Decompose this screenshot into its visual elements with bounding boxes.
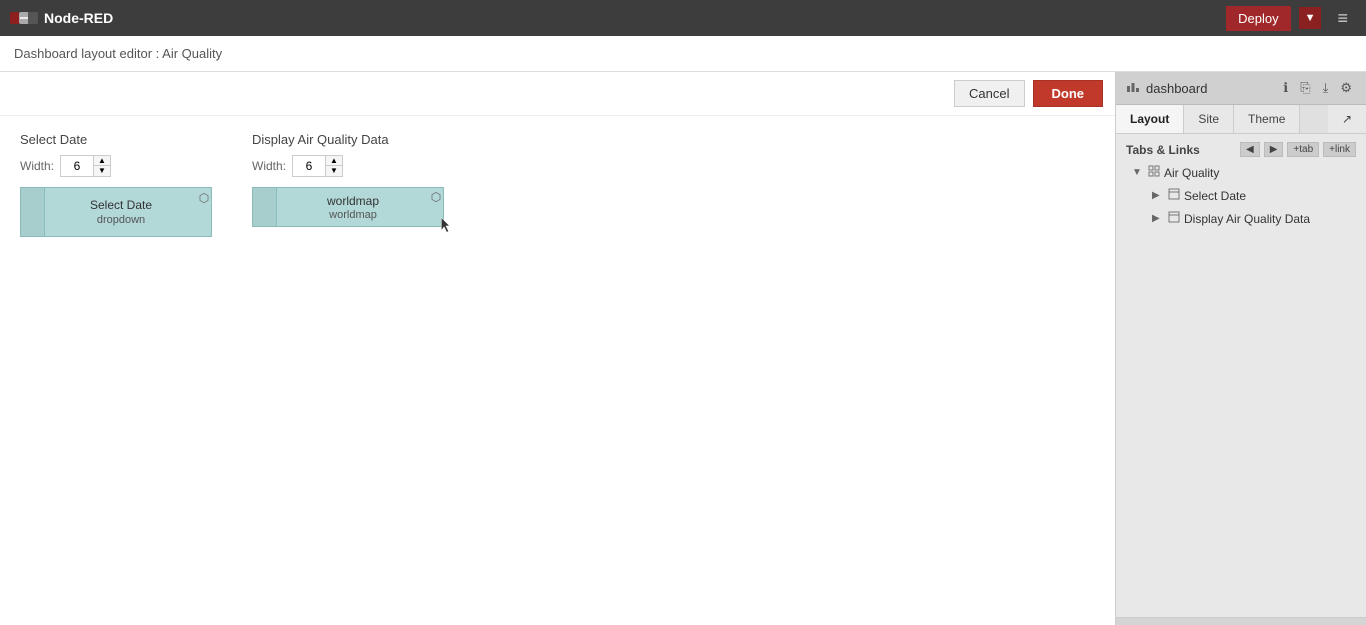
settings-button[interactable]: ⚙ xyxy=(1336,78,1356,98)
chevron-right-icon2: ▶ xyxy=(1152,213,1164,224)
group1-width-input-wrap: ▲ ▼ xyxy=(60,155,111,177)
worldmap-card-left-strip xyxy=(253,188,277,226)
group2-spin-down[interactable]: ▼ xyxy=(326,166,342,176)
worldmap-resize-icon: ⬡ xyxy=(431,190,441,204)
widget-small-icon xyxy=(1168,188,1180,200)
breadcrumb: Dashboard layout editor : Air Quality xyxy=(14,46,222,61)
widget-icon xyxy=(1168,188,1180,203)
dashboard-actions: ℹ ⎘ ⤓ ⚙ xyxy=(1279,78,1356,98)
tl-prev-button[interactable]: ◀ xyxy=(1240,142,1260,157)
cancel-button[interactable]: Cancel xyxy=(954,80,1024,107)
breadcrumb-bar: Dashboard layout editor : Air Quality xyxy=(0,36,1366,72)
group2-width-input-wrap: ▲ ▼ xyxy=(292,155,343,177)
worldmap-resize-handle[interactable]: ⬡ xyxy=(429,188,443,226)
grid-icon xyxy=(1148,165,1160,180)
group2-width-label: Width: xyxy=(252,159,286,173)
tab-theme[interactable]: Theme xyxy=(1234,105,1300,133)
main-layout: Cancel Done Select Date Width: ▲ ▼ xyxy=(0,72,1366,625)
group2-header: Display Air Quality Data xyxy=(252,132,444,147)
dashboard-header: dashboard ℹ ⎘ ⤓ ⚙ xyxy=(1116,72,1366,105)
tab-theme-label: Theme xyxy=(1248,112,1285,126)
group2-width-input[interactable] xyxy=(293,157,325,175)
done-button[interactable]: Done xyxy=(1033,80,1104,107)
hamburger-menu-button[interactable]: ≡ xyxy=(1329,4,1356,33)
external-link-icon: ↗ xyxy=(1342,112,1352,126)
hamburger-icon: ≡ xyxy=(1337,8,1348,28)
bar-chart-icon xyxy=(1126,80,1140,94)
group-select-date: Select Date Width: ▲ ▼ xyxy=(20,132,212,237)
worldmap-card-subtitle: worldmap xyxy=(329,209,377,221)
resize-icon: ⬡ xyxy=(199,191,209,205)
dashboard-title-area: dashboard xyxy=(1126,80,1207,97)
right-panel-scroll-bottom xyxy=(1116,617,1366,625)
copy-button[interactable]: ⎘ xyxy=(1296,78,1314,98)
tree-select-date-label: Select Date xyxy=(1184,189,1358,203)
right-panel: dashboard ℹ ⎘ ⤓ ⚙ Layout Site Theme ↗ xyxy=(1116,72,1366,625)
tree-item-air-quality[interactable]: ▼ Air Quality xyxy=(1116,161,1366,184)
widget-card-title: Select Date xyxy=(90,198,152,212)
widget-card-worldmap[interactable]: worldmap worldmap ⬡ xyxy=(252,187,444,227)
worldmap-card-title: worldmap xyxy=(327,194,379,208)
add-tab-button[interactable]: +tab xyxy=(1287,142,1319,157)
worldmap-card-content: worldmap worldmap xyxy=(277,188,429,226)
group1-width-label: Width: xyxy=(20,159,54,173)
group2-width-spinners: ▲ ▼ xyxy=(325,156,342,176)
group1-spin-down[interactable]: ▼ xyxy=(94,166,110,176)
tree-item-select-date[interactable]: ▶ Select Date xyxy=(1116,184,1366,207)
deploy-dropdown-button[interactable]: ▼ xyxy=(1299,7,1322,29)
group1-header: Select Date xyxy=(20,132,212,147)
group1-width-row: Width: ▲ ▼ xyxy=(20,155,212,177)
tab-external[interactable]: ↗ xyxy=(1328,105,1366,133)
group1-width-input[interactable] xyxy=(61,157,93,175)
tab-site-label: Site xyxy=(1198,112,1219,126)
tab-layout-label: Layout xyxy=(1130,112,1169,126)
chevron-right-icon: ▶ xyxy=(1152,190,1164,201)
tab-layout[interactable]: Layout xyxy=(1116,105,1184,133)
widget-card-left-strip xyxy=(21,188,45,236)
topbar-right: Deploy ▼ ≡ xyxy=(1226,4,1356,33)
export-button[interactable]: ⤓ xyxy=(1319,78,1333,98)
widget-card-select-date[interactable]: Select Date dropdown ⬡ xyxy=(20,187,212,237)
widget-card-subtitle: dropdown xyxy=(97,214,145,226)
tabs-row: Layout Site Theme ↗ xyxy=(1116,105,1366,134)
chevron-down-icon: ▼ xyxy=(1132,167,1144,178)
nodered-logo: Node-RED xyxy=(10,9,113,27)
group-display-air-quality: Display Air Quality Data Width: ▲ ▼ xyxy=(252,132,444,237)
tab-site[interactable]: Site xyxy=(1184,105,1234,133)
editor-content: Select Date Width: ▲ ▼ xyxy=(0,116,1115,625)
tabs-links-header: Tabs & Links ◀ ▶ +tab +link xyxy=(1116,134,1366,161)
widget-resize-handle[interactable]: ⬡ xyxy=(197,188,211,236)
topbar-left: Node-RED xyxy=(10,9,113,27)
tabs-links-actions: ◀ ▶ +tab +link xyxy=(1240,142,1356,157)
group1-spin-up[interactable]: ▲ xyxy=(94,156,110,166)
deploy-label: Deploy xyxy=(1238,11,1278,26)
nodered-logo-icon xyxy=(10,9,38,27)
group2-spin-up[interactable]: ▲ xyxy=(326,156,342,166)
chevron-down-icon: ▼ xyxy=(1305,12,1316,24)
tree-air-quality-label: Air Quality xyxy=(1164,166,1358,180)
tree-area: ▼ Air Quality ▶ xyxy=(1116,161,1366,617)
dashboard-label: dashboard xyxy=(1146,81,1207,96)
topbar: Node-RED Deploy ▼ ≡ xyxy=(0,0,1366,36)
widget-icon2 xyxy=(1168,211,1180,226)
widget-card-content: Select Date dropdown xyxy=(45,188,197,236)
editor-toolbar: Cancel Done xyxy=(0,72,1115,116)
deploy-button[interactable]: Deploy xyxy=(1226,6,1290,31)
tree-item-display-air-quality[interactable]: ▶ Display Air Quality Data xyxy=(1116,207,1366,230)
info-button[interactable]: ℹ xyxy=(1279,78,1292,98)
group1-width-spinners: ▲ ▼ xyxy=(93,156,110,176)
app-name: Node-RED xyxy=(44,10,113,26)
tree-display-label: Display Air Quality Data xyxy=(1184,212,1358,226)
groups-row: Select Date Width: ▲ ▼ xyxy=(20,132,1095,237)
dashboard-icon xyxy=(1126,80,1140,97)
group2-width-row: Width: ▲ ▼ xyxy=(252,155,444,177)
tabs-links-label: Tabs & Links xyxy=(1126,143,1200,157)
widget-small-icon2 xyxy=(1168,211,1180,223)
editor-area: Cancel Done Select Date Width: ▲ ▼ xyxy=(0,72,1116,625)
grid-small-icon xyxy=(1148,165,1160,177)
tl-next-button[interactable]: ▶ xyxy=(1264,142,1284,157)
add-link-button[interactable]: +link xyxy=(1323,142,1356,157)
